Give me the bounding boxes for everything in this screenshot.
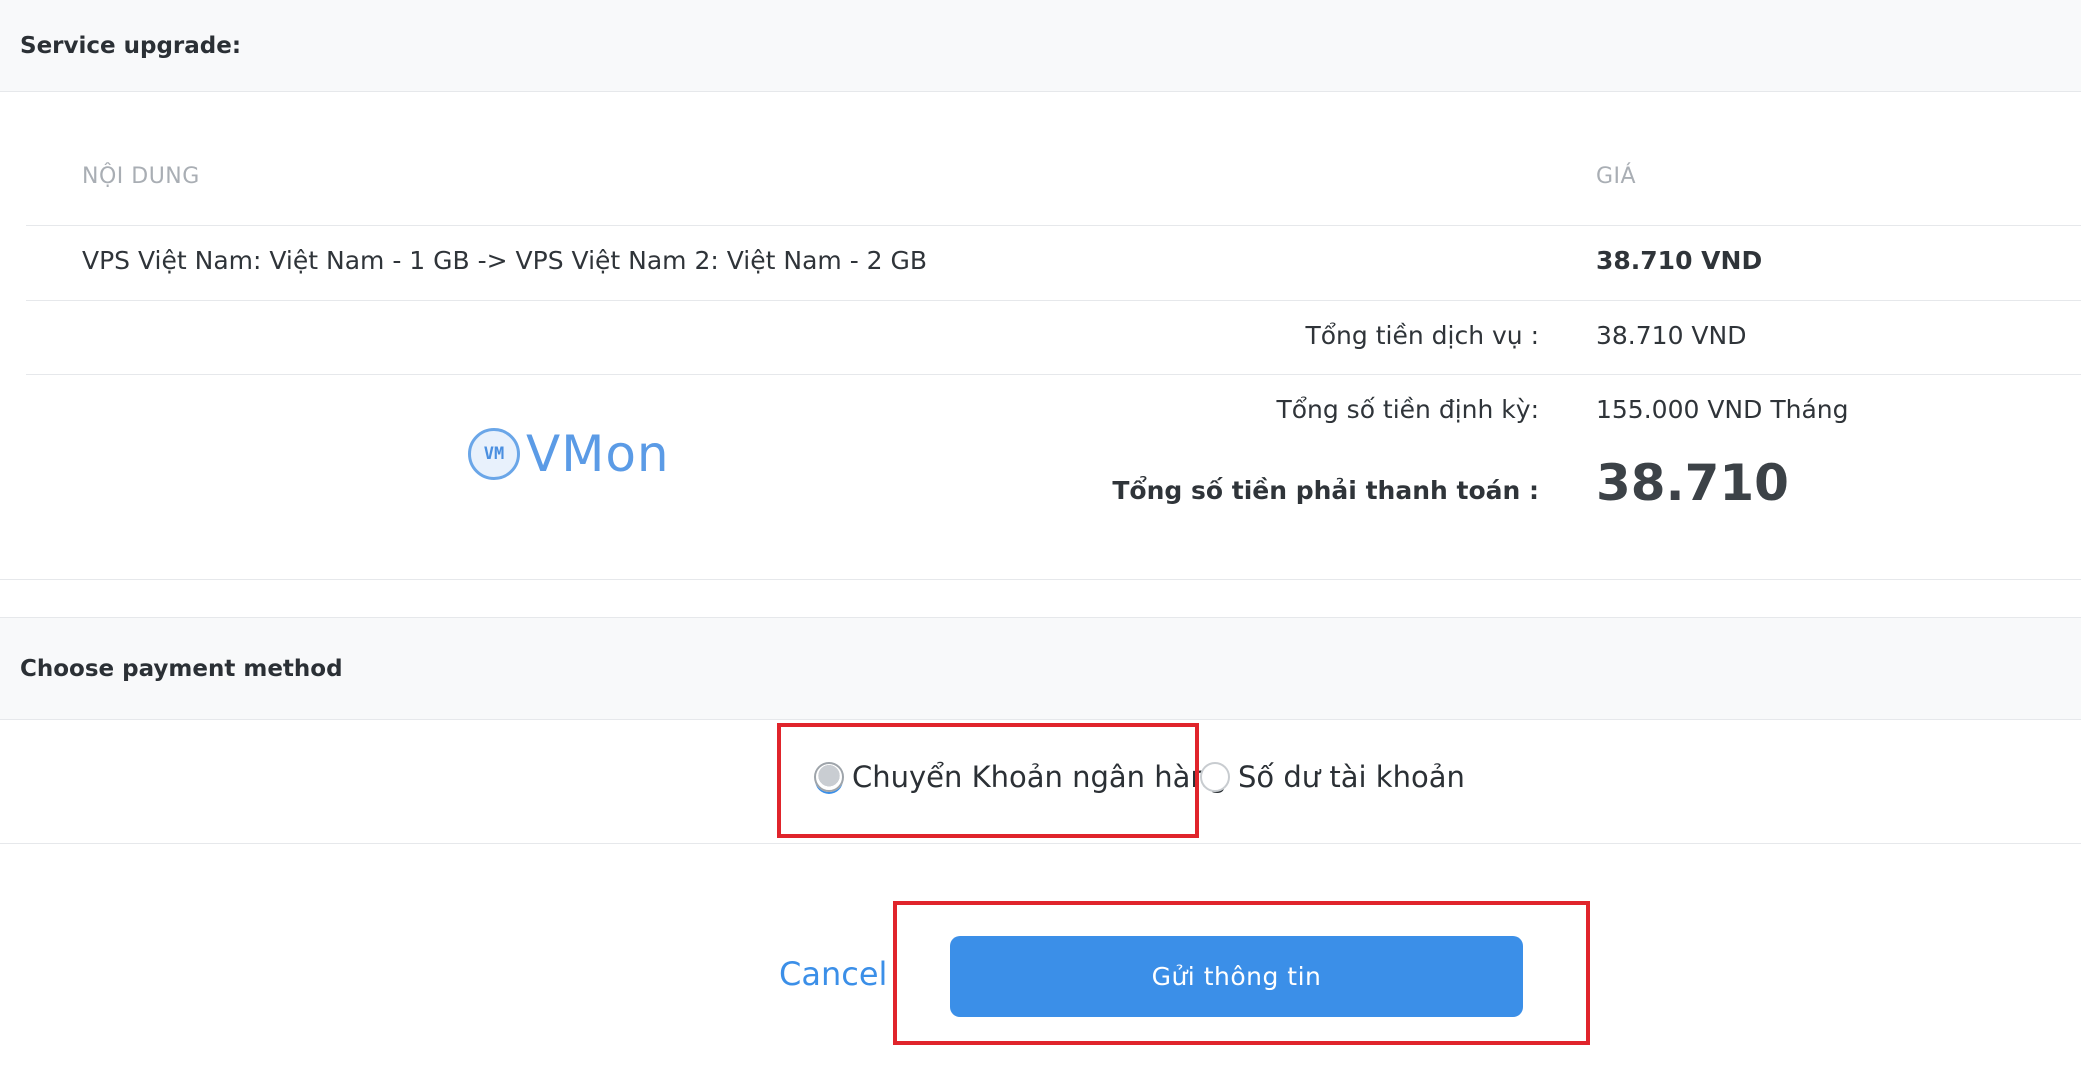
service-total-label: Tổng tiền dịch vụ : xyxy=(1305,321,1539,350)
payment-option-bank-transfer[interactable]: Chuyển Khoản ngân hàng xyxy=(814,760,1227,794)
row-price: 38.710 VND xyxy=(1596,246,1763,275)
column-header-price: GIÁ xyxy=(1596,164,1637,189)
row-content: VPS Việt Nam: Việt Nam - 1 GB -> VPS Việ… xyxy=(82,246,928,275)
payment-option-label[interactable]: Số dư tài khoản xyxy=(1238,760,1465,794)
recurring-total-value: 155.000 VND Tháng xyxy=(1596,395,1849,424)
service-upgrade-header: Service upgrade: xyxy=(0,0,2081,92)
payment-option-account-balance[interactable]: Số dư tài khoản xyxy=(1200,760,1465,794)
radio-unchecked-icon[interactable] xyxy=(1200,762,1230,792)
recurring-total-label: Tổng số tiền định kỳ: xyxy=(1276,395,1539,424)
vmon-logo-text: VMon xyxy=(526,425,670,483)
grand-total-label: Tổng số tiền phải thanh toán : xyxy=(1112,476,1539,505)
service-total-value: 38.710 VND xyxy=(1596,321,1747,350)
submit-button[interactable]: Gửi thông tin xyxy=(950,936,1523,1017)
grand-total-value: 38.710 xyxy=(1596,454,1789,512)
cancel-link[interactable]: Cancel xyxy=(779,955,887,993)
row-divider xyxy=(26,374,2081,375)
payment-method-header: Choose payment method xyxy=(0,617,2081,720)
radio-checked-icon[interactable] xyxy=(814,762,844,792)
column-header-content: NỘI DUNG xyxy=(82,164,200,189)
payment-method-title: Choose payment method xyxy=(20,655,343,682)
payment-options: Chuyển Khoản ngân hàng Số dư tài khoản xyxy=(0,720,2081,844)
row-divider xyxy=(26,225,2081,226)
table-bottom-divider xyxy=(0,579,2081,580)
upgrade-table: NỘI DUNG GIÁ VPS Việt Nam: Việt Nam - 1 … xyxy=(26,92,2081,580)
service-upgrade-title: Service upgrade: xyxy=(20,32,242,59)
payment-option-label[interactable]: Chuyển Khoản ngân hàng xyxy=(852,760,1227,794)
vmon-logo: VM VMon xyxy=(468,424,670,484)
vmon-logo-icon: VM xyxy=(468,428,520,480)
row-divider xyxy=(26,300,2081,301)
